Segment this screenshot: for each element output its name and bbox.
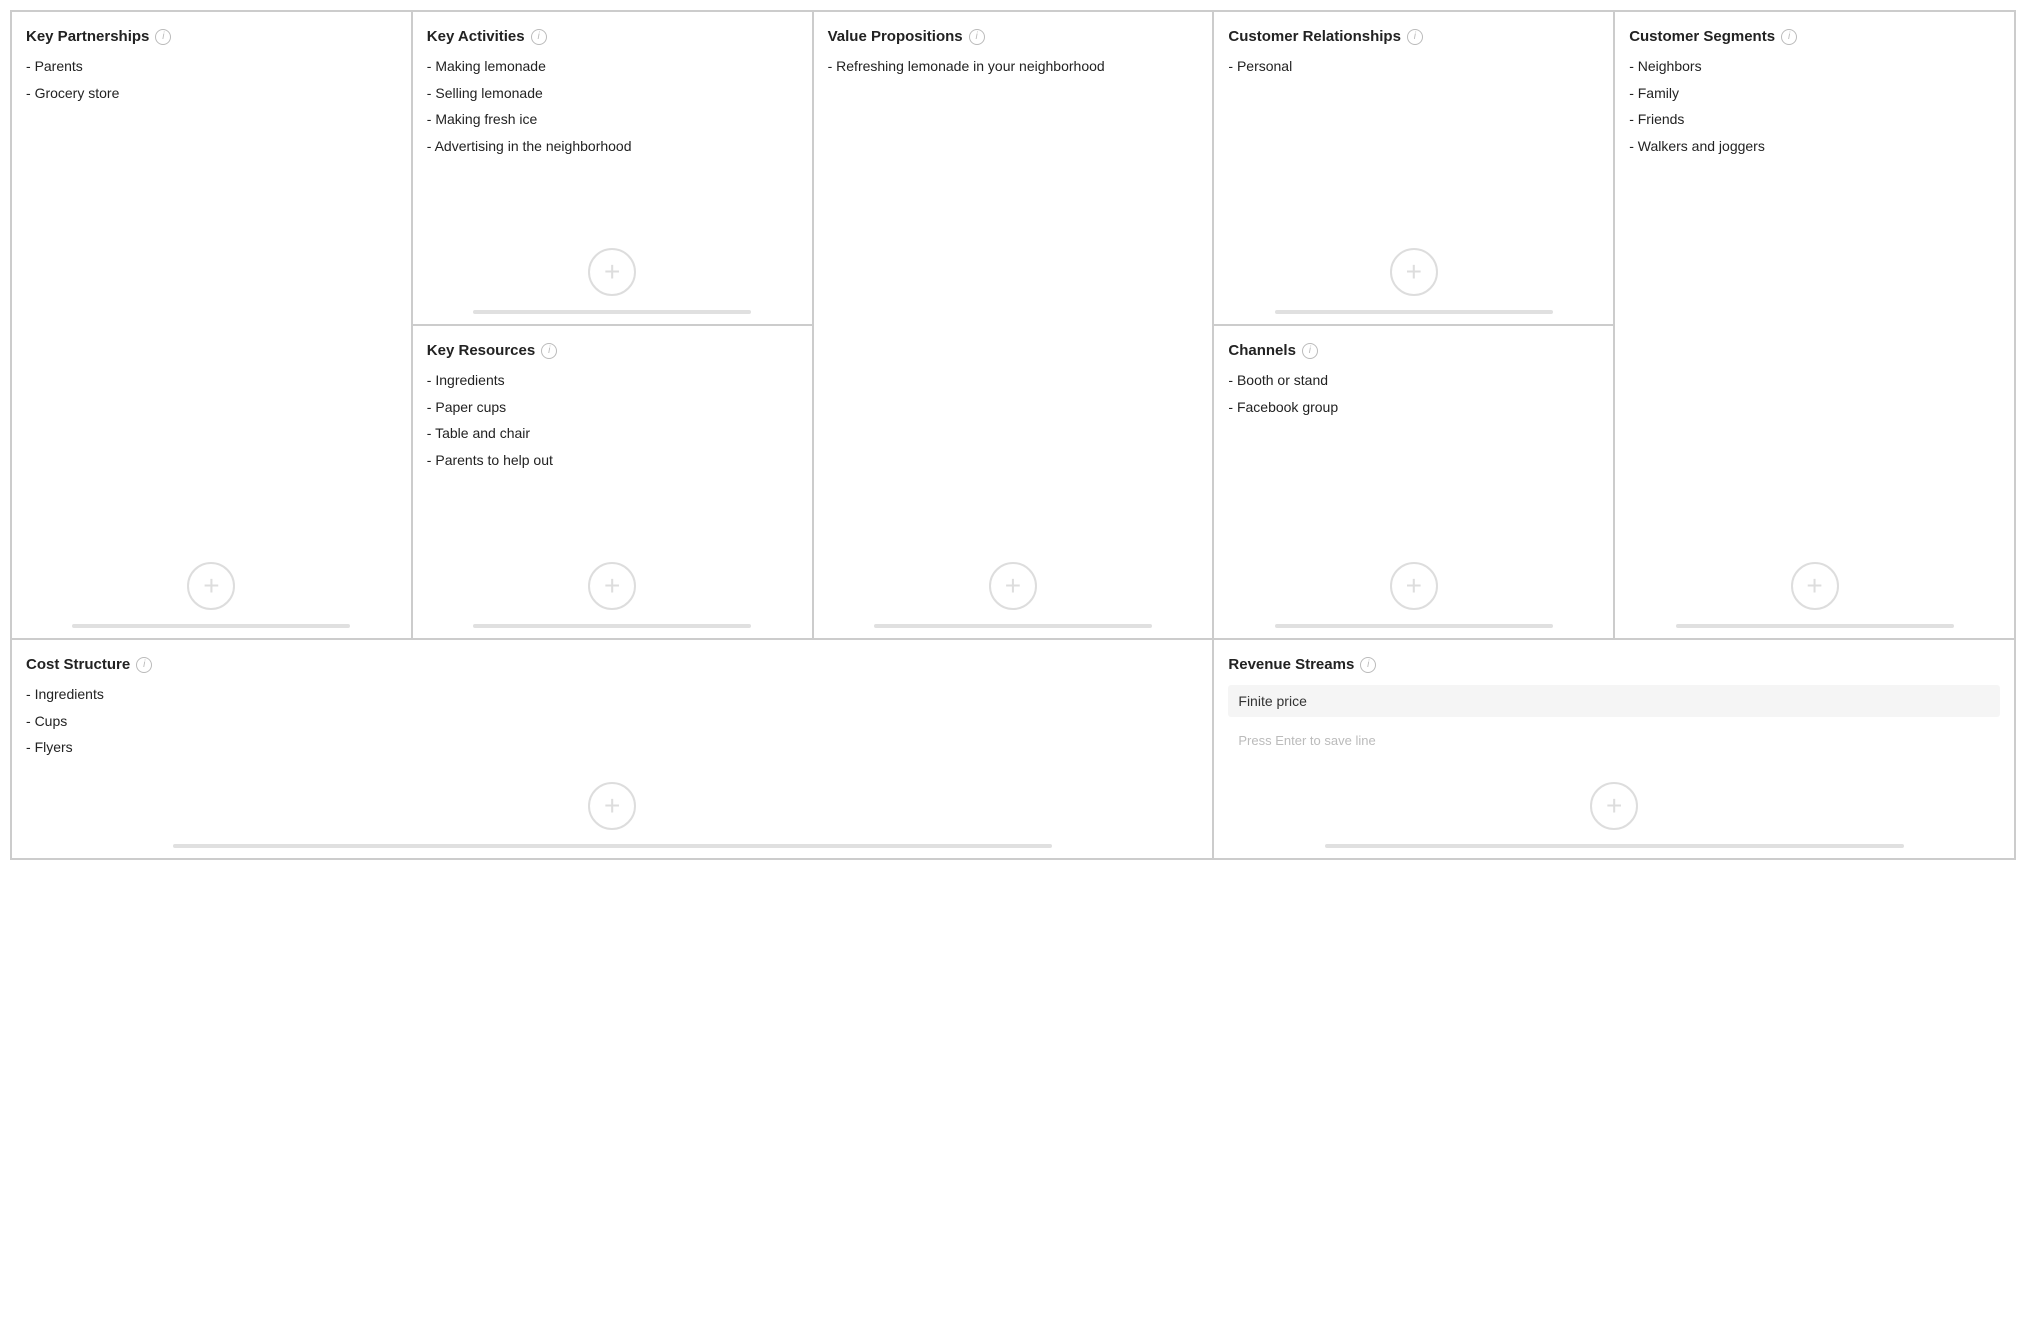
cost-structure-label: Cost Structure [26, 656, 130, 673]
channels-add-button[interactable]: + [1390, 562, 1438, 610]
customer-relationships-bottom-bar [1275, 310, 1553, 314]
key-activities-bottom-bar [473, 310, 751, 314]
customer-relationships-label: Customer Relationships [1228, 28, 1401, 45]
list-item: Refreshing lemonade in your neighborhood [828, 57, 1199, 77]
customer-segments-add-button[interactable]: + [1791, 562, 1839, 610]
customer-relationships-list: Personal [1228, 57, 1599, 248]
revenue-streams-cell: Revenue Streams i Finite price Press Ent… [1213, 639, 2015, 859]
revenue-streams-info-icon[interactable]: i [1360, 657, 1376, 673]
value-propositions-add-button[interactable]: + [989, 562, 1037, 610]
key-partnerships-info-icon[interactable]: i [155, 29, 171, 45]
customer-segments-title: Customer Segments i [1629, 28, 2000, 45]
customer-segments-list: Neighbors Family Friends Walkers and jog… [1629, 57, 2000, 562]
customer-relationships-add-button[interactable]: + [1390, 248, 1438, 296]
list-item: Ingredients [26, 685, 1198, 705]
key-resources-info-icon[interactable]: i [541, 343, 557, 359]
key-activities-add-button[interactable]: + [588, 248, 636, 296]
key-resources-bottom-bar [473, 624, 751, 628]
key-partnerships-label: Key Partnerships [26, 28, 149, 45]
channels-list: Booth or stand Facebook group [1228, 371, 1599, 562]
list-item: Parents [26, 57, 397, 77]
revenue-input-placeholder[interactable]: Press Enter to save line [1228, 729, 2000, 752]
list-item: Neighbors [1629, 57, 2000, 77]
customer-relationships-title: Customer Relationships i [1228, 28, 1599, 45]
key-partnerships-add-button[interactable]: + [187, 562, 235, 610]
key-partnerships-bottom-bar [72, 624, 350, 628]
customer-segments-cell: Customer Segments i Neighbors Family Fri… [1614, 11, 2015, 639]
key-resources-label: Key Resources [427, 342, 535, 359]
revenue-streams-bottom-bar [1325, 844, 1904, 848]
cost-structure-bottom-bar [173, 844, 1052, 848]
list-item: Flyers [26, 738, 1198, 758]
key-partnerships-cell: Key Partnerships i Parents Grocery store… [11, 11, 412, 639]
key-resources-title: Key Resources i [427, 342, 798, 359]
list-item: Personal [1228, 57, 1599, 77]
list-item: Making lemonade [427, 57, 798, 77]
list-item: Cups [26, 712, 1198, 732]
list-item: Walkers and joggers [1629, 137, 2000, 157]
value-propositions-list: Refreshing lemonade in your neighborhood [828, 57, 1199, 562]
list-item: Facebook group [1228, 398, 1599, 418]
key-resources-add-button[interactable]: + [588, 562, 636, 610]
list-item: Making fresh ice [427, 110, 798, 130]
cost-structure-add-button[interactable]: + [588, 782, 636, 830]
value-propositions-label: Value Propositions [828, 28, 963, 45]
list-item: Parents to help out [427, 451, 798, 471]
revenue-streams-label: Revenue Streams [1228, 656, 1354, 673]
revenue-streams-add-button[interactable]: + [1590, 782, 1638, 830]
list-item: Booth or stand [1228, 371, 1599, 391]
list-item: Advertising in the neighborhood [427, 137, 798, 157]
value-propositions-info-icon[interactable]: i [969, 29, 985, 45]
key-activities-title: Key Activities i [427, 28, 798, 45]
channels-bottom-bar [1275, 624, 1553, 628]
key-resources-cell: Key Resources i Ingredients Paper cups T… [412, 325, 813, 639]
key-partnerships-title: Key Partnerships i [26, 28, 397, 45]
list-item: Table and chair [427, 424, 798, 444]
key-activities-cell: Key Activities i Making lemonade Selling… [412, 11, 813, 325]
channels-info-icon[interactable]: i [1302, 343, 1318, 359]
revenue-current-input[interactable]: Finite price [1228, 685, 2000, 717]
list-item: Paper cups [427, 398, 798, 418]
revenue-streams-title: Revenue Streams i [1228, 656, 2000, 673]
key-activities-list: Making lemonade Selling lemonade Making … [427, 57, 798, 248]
key-activities-info-icon[interactable]: i [531, 29, 547, 45]
key-activities-label: Key Activities [427, 28, 525, 45]
channels-title: Channels i [1228, 342, 1599, 359]
list-item: Family [1629, 84, 2000, 104]
key-partnerships-list: Parents Grocery store [26, 57, 397, 562]
list-item: Grocery store [26, 84, 397, 104]
value-propositions-title: Value Propositions i [828, 28, 1199, 45]
list-item: Selling lemonade [427, 84, 798, 104]
list-item: Ingredients [427, 371, 798, 391]
channels-cell: Channels i Booth or stand Facebook group… [1213, 325, 1614, 639]
cost-structure-list: Ingredients Cups Flyers [26, 685, 1198, 782]
key-resources-list: Ingredients Paper cups Table and chair P… [427, 371, 798, 562]
cost-structure-cell: Cost Structure i Ingredients Cups Flyers… [11, 639, 1213, 859]
value-propositions-bottom-bar [874, 624, 1152, 628]
customer-relationships-info-icon[interactable]: i [1407, 29, 1423, 45]
customer-relationships-cell: Customer Relationships i Personal + [1213, 11, 1614, 325]
list-item: Friends [1629, 110, 2000, 130]
value-propositions-cell: Value Propositions i Refreshing lemonade… [813, 11, 1214, 639]
customer-segments-label: Customer Segments [1629, 28, 1775, 45]
channels-label: Channels [1228, 342, 1296, 359]
customer-segments-bottom-bar [1676, 624, 1954, 628]
cost-structure-title: Cost Structure i [26, 656, 1198, 673]
customer-segments-info-icon[interactable]: i [1781, 29, 1797, 45]
business-model-canvas: Key Partnerships i Parents Grocery store… [10, 10, 2016, 860]
cost-structure-info-icon[interactable]: i [136, 657, 152, 673]
